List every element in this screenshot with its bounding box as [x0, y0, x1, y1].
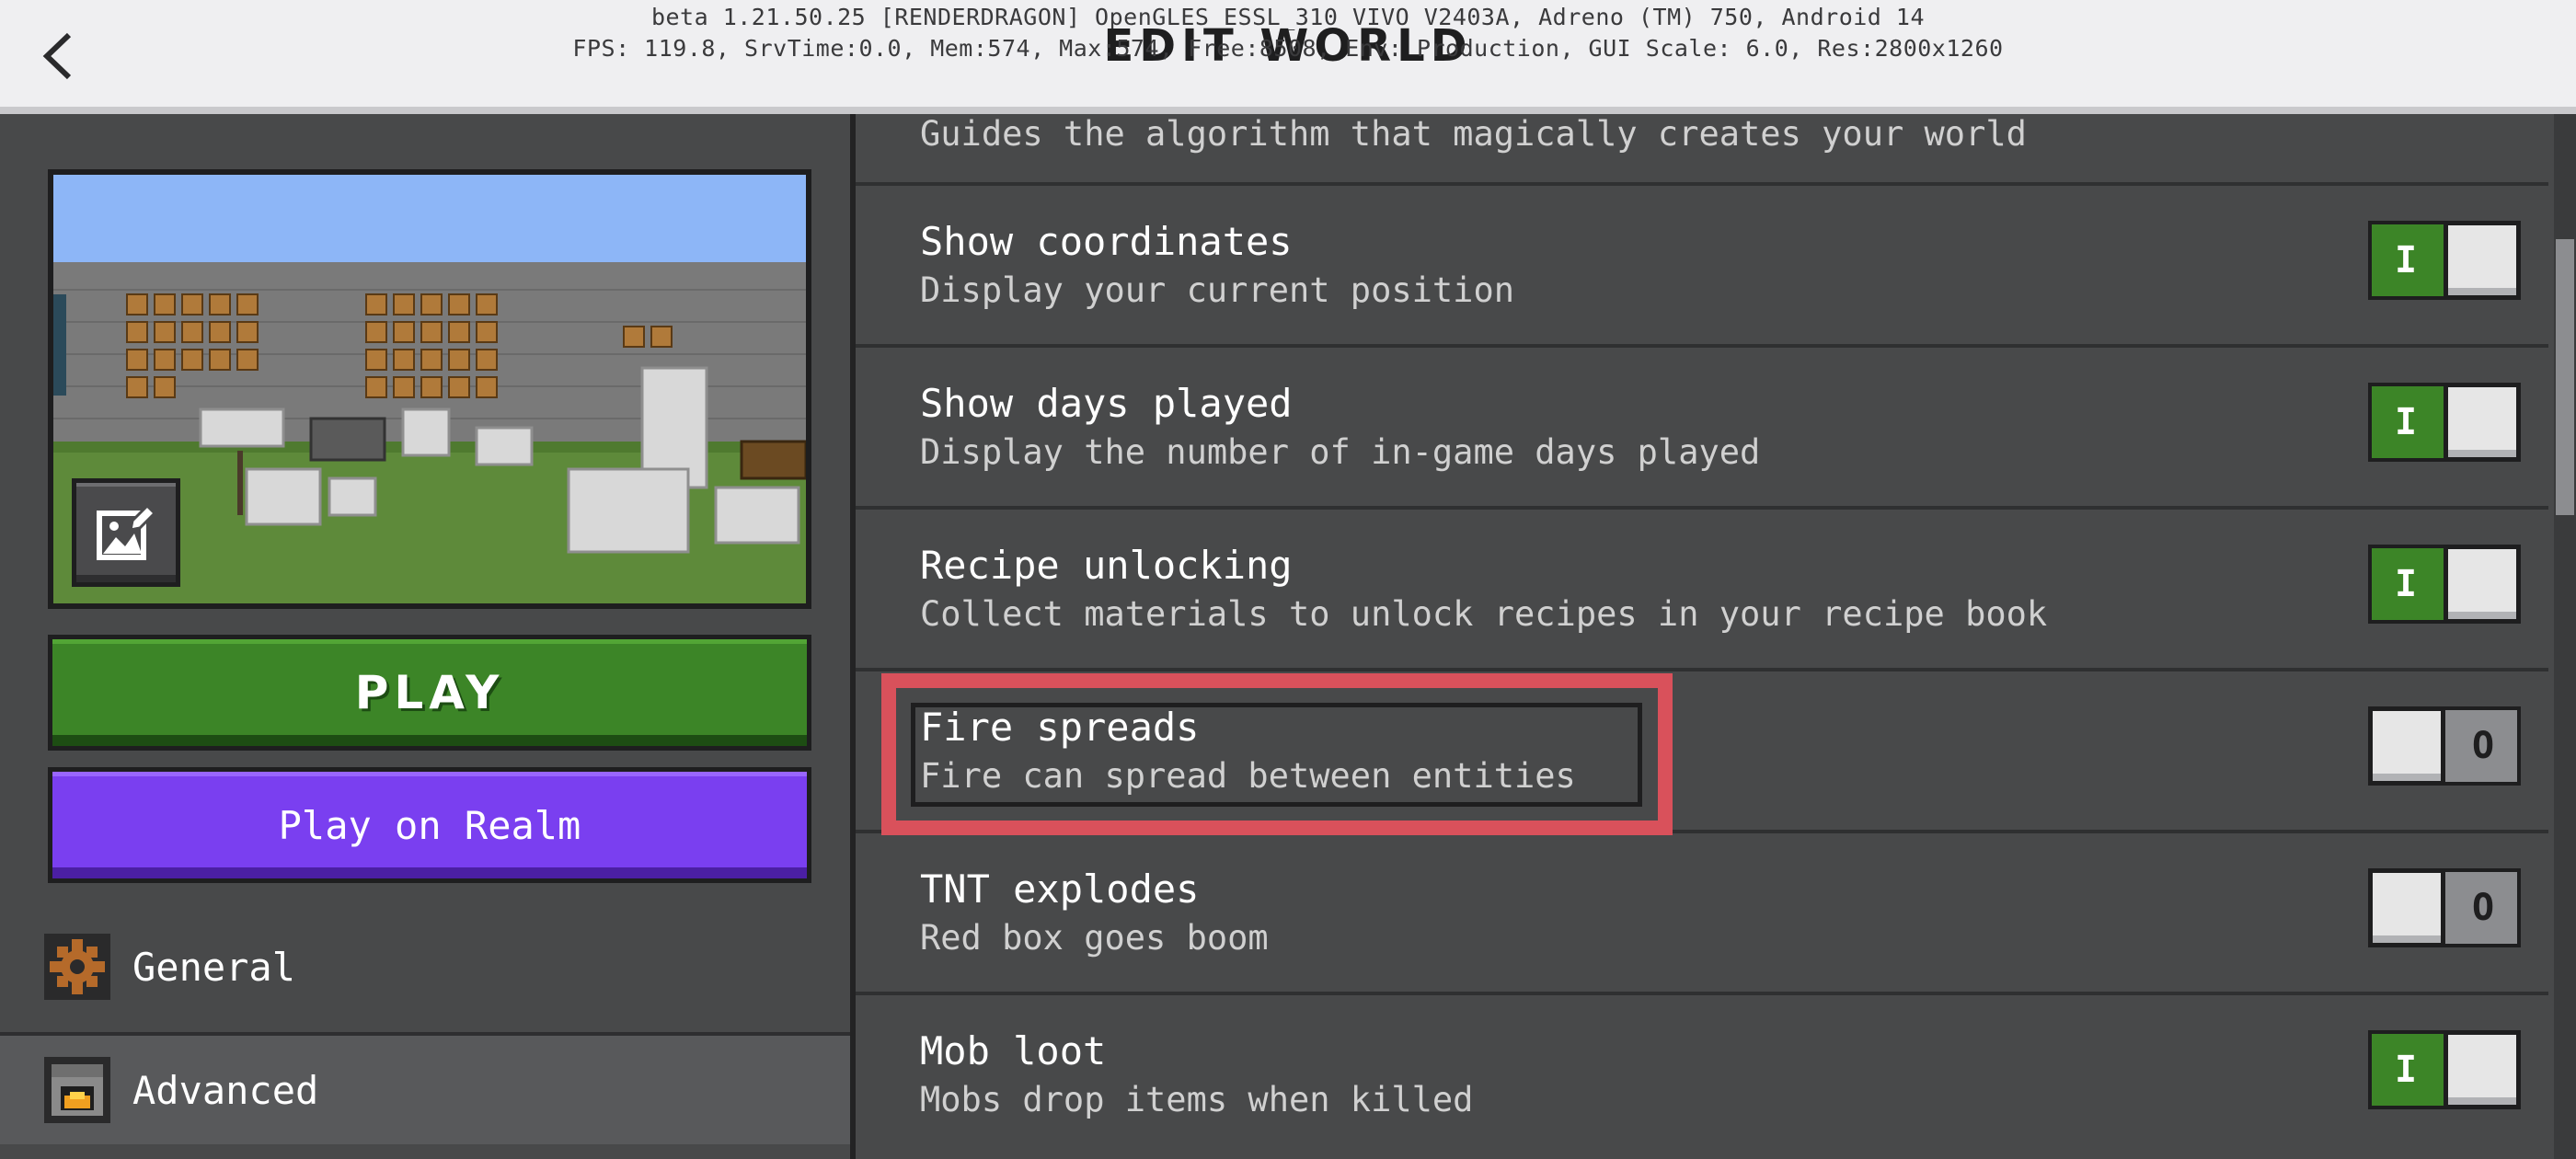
furnace-icon	[44, 1057, 110, 1123]
setting-title: Show coordinates	[920, 219, 1293, 264]
settings-list[interactable]: Guides the algorithm that magically crea…	[856, 114, 2576, 1159]
play-on-realm-button[interactable]: Play on Realm	[48, 767, 811, 883]
scrollbar-thumb[interactable]	[2556, 239, 2574, 515]
tnt-explodes-toggle[interactable]: O	[2368, 868, 2521, 947]
toggle-off-mark: O	[2471, 725, 2495, 767]
setting-title: Mob loot	[920, 1028, 1107, 1073]
nav-item-advanced[interactable]: Advanced	[0, 1032, 850, 1144]
debug-info-line-2: FPS: 119.8, SrvTime:0.0, Mem:574, Max:57…	[572, 35, 2004, 62]
nav-label-advanced: Advanced	[132, 1067, 319, 1113]
setting-description: Fire can spread between entities	[920, 756, 1576, 796]
toggle-knob	[2368, 868, 2445, 947]
play-button[interactable]: PLAY	[48, 635, 811, 751]
show-coordinates-toggle[interactable]: I	[2368, 221, 2521, 300]
setting-title: Fire spreads	[920, 705, 1200, 750]
toggle-on-mark: I	[2394, 401, 2418, 443]
setting-row-recipe-unlocking: Recipe unlocking Collect materials to un…	[856, 506, 2548, 664]
setting-title: Show days played	[920, 381, 1293, 426]
toggle-knob	[2444, 383, 2521, 462]
toggle-knob	[2444, 1030, 2521, 1109]
setting-description: Red box goes boom	[920, 918, 1269, 958]
back-button[interactable]	[26, 20, 90, 92]
toggle-knob	[2368, 706, 2445, 786]
setting-row-mob-loot: Mob loot Mobs drop items when killed I	[856, 992, 2548, 1150]
mob-loot-toggle[interactable]: I	[2368, 1030, 2521, 1109]
recipe-unlocking-toggle[interactable]: I	[2368, 545, 2521, 624]
setting-row-show-coordinates: Show coordinates Display your current po…	[856, 182, 2548, 340]
show-days-played-toggle[interactable]: I	[2368, 383, 2521, 462]
chevron-left-icon	[42, 32, 72, 80]
settings-scrollbar[interactable]	[2554, 114, 2576, 1159]
setting-row-tnt-explodes: TNT explodes Red box goes boom O	[856, 830, 2548, 988]
toggle-knob	[2444, 221, 2521, 300]
setting-description: Mobs drop items when killed	[920, 1080, 1474, 1119]
top-bar: beta 1.21.50.25 [RENDERDRAGON] OpenGLES …	[0, 0, 2576, 114]
nav-label-general: General	[132, 944, 296, 990]
world-summary-panel: PLAY Play on Realm General Advanced	[0, 114, 856, 1159]
setting-row-show-days-played: Show days played Display the number of i…	[856, 344, 2548, 502]
setting-description-partial: Guides the algorithm that magically crea…	[920, 114, 2027, 154]
fire-spreads-toggle[interactable]: O	[2368, 706, 2521, 786]
toggle-on-mark: I	[2394, 239, 2418, 281]
toggle-knob	[2444, 545, 2521, 624]
toggle-on-mark: I	[2394, 563, 2418, 605]
nav-item-general[interactable]: General	[0, 911, 850, 1023]
toggle-off-mark: O	[2471, 887, 2495, 929]
setting-row-fire-spreads: Fire spreads Fire can spread between ent…	[856, 668, 2548, 826]
gear-icon	[44, 934, 110, 1000]
setting-description: Display your current position	[920, 270, 1515, 310]
world-thumbnail	[48, 169, 811, 609]
edit-image-icon	[97, 503, 157, 560]
setting-title: Recipe unlocking	[920, 543, 1293, 588]
edit-thumbnail-button[interactable]	[72, 478, 180, 587]
setting-description: Display the number of in-game days playe…	[920, 432, 1761, 472]
setting-description: Collect materials to unlock recipes in y…	[920, 594, 2048, 634]
toggle-on-mark: I	[2394, 1049, 2418, 1091]
setting-title: TNT explodes	[920, 866, 1200, 912]
